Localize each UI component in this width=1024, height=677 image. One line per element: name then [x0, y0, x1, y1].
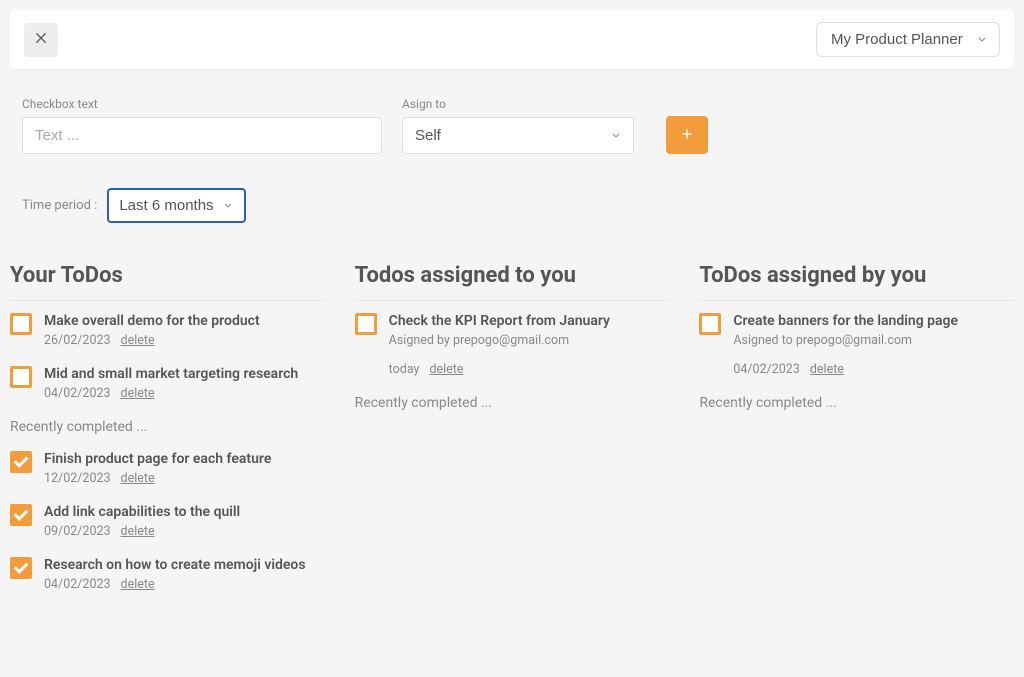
assign-to-select[interactable]: Self [402, 117, 634, 154]
top-bar: My Product Planner [10, 10, 1014, 69]
todo-checkbox[interactable] [699, 313, 721, 335]
todo-date: today [389, 362, 420, 377]
assigned-by: Asigned by prepogo@gmail.com [389, 333, 670, 348]
checkbox-text-input[interactable] [22, 117, 382, 154]
todo-item: Research on how to create memoji videos … [10, 557, 325, 592]
time-select-wrap: Last 6 months [107, 188, 246, 223]
todo-meta: 09/02/2023 delete [44, 524, 325, 539]
todo-title: Make overall demo for the product [44, 313, 325, 329]
checkbox-text-label: Checkbox text [22, 97, 382, 111]
todo-checkbox[interactable] [355, 313, 377, 335]
time-period-select[interactable]: Last 6 months [107, 188, 246, 223]
delete-link[interactable]: delete [121, 524, 155, 539]
todo-body: Check the KPI Report from January Asigne… [389, 313, 670, 377]
columns: Your ToDos Make overall demo for the pro… [0, 223, 1024, 610]
todo-title: Create banners for the landing page [733, 313, 1014, 329]
delete-link[interactable]: delete [121, 471, 155, 486]
plus-icon [679, 126, 695, 145]
todo-meta: Asigned to prepogo@gmail.com 04/02/2023 … [733, 333, 1014, 377]
form-row: Checkbox text Asign to Self [0, 79, 1024, 154]
todo-meta: 12/02/2023 delete [44, 471, 325, 486]
close-button[interactable] [24, 23, 58, 57]
todo-checkbox[interactable] [10, 313, 32, 335]
todo-title: Finish product page for each feature [44, 451, 325, 467]
assigned-to-you-column: Todos assigned to you Check the KPI Repo… [355, 263, 670, 610]
todo-item: Create banners for the landing page Asig… [699, 313, 1014, 377]
todo-checkbox[interactable] [10, 451, 32, 473]
assigned-by-you-column: ToDos assigned by you Create banners for… [699, 263, 1014, 610]
your-todos-title: Your ToDos [10, 263, 325, 301]
delete-link[interactable]: delete [121, 577, 155, 592]
todo-body: Mid and small market targeting research … [44, 366, 325, 401]
todo-date: 26/02/2023 [44, 333, 111, 348]
todo-title: Research on how to create memoji videos [44, 557, 325, 573]
todo-body: Finish product page for each feature 12/… [44, 451, 325, 486]
todo-date: 04/02/2023 [44, 577, 111, 592]
todo-item: Finish product page for each feature 12/… [10, 451, 325, 486]
assign-to-label: Asign to [402, 97, 634, 111]
your-todos-column: Your ToDos Make overall demo for the pro… [10, 263, 325, 610]
todo-item: Mid and small market targeting research … [10, 366, 325, 401]
todo-title: Add link capabilities to the quill [44, 504, 325, 520]
delete-link[interactable]: delete [121, 386, 155, 401]
todo-item: Add link capabilities to the quill 09/02… [10, 504, 325, 539]
todo-checkbox[interactable] [10, 504, 32, 526]
todo-date: 12/02/2023 [44, 471, 111, 486]
add-button[interactable] [666, 116, 708, 154]
todo-body: Make overall demo for the product 26/02/… [44, 313, 325, 348]
assigned-to: Asigned to prepogo@gmail.com [733, 333, 1014, 348]
todo-title: Mid and small market targeting research [44, 366, 325, 382]
todo-item: Check the KPI Report from January Asigne… [355, 313, 670, 377]
todo-meta: 04/02/2023 delete [44, 577, 325, 592]
todo-checkbox[interactable] [10, 557, 32, 579]
todo-body: Research on how to create memoji videos … [44, 557, 325, 592]
todo-meta: Asigned by prepogo@gmail.com today delet… [389, 333, 670, 377]
todo-date: 04/02/2023 [44, 386, 111, 401]
todo-meta: 26/02/2023 delete [44, 333, 325, 348]
delete-link[interactable]: delete [121, 333, 155, 348]
checkbox-text-group: Checkbox text [22, 97, 382, 154]
recently-completed-label: Recently completed ... [355, 395, 670, 411]
todo-body: Add link capabilities to the quill 09/02… [44, 504, 325, 539]
time-period-row: Time period : Last 6 months [0, 154, 1024, 223]
assign-select-wrap: Self [402, 117, 634, 154]
recently-completed-label: Recently completed ... [699, 395, 1014, 411]
delete-link[interactable]: delete [429, 362, 463, 377]
todo-body: Create banners for the landing page Asig… [733, 313, 1014, 377]
assigned-by-you-title: ToDos assigned by you [699, 263, 1014, 301]
planner-select-wrap: My Product Planner [816, 22, 1000, 57]
todo-checkbox[interactable] [10, 366, 32, 388]
todo-title: Check the KPI Report from January [389, 313, 670, 329]
delete-link[interactable]: delete [810, 362, 844, 377]
assign-to-group: Asign to Self [402, 97, 634, 154]
todo-item: Make overall demo for the product 26/02/… [10, 313, 325, 348]
planner-select[interactable]: My Product Planner [816, 22, 1000, 57]
close-icon [33, 30, 49, 49]
recently-completed-label: Recently completed ... [10, 419, 325, 435]
todo-date: 04/02/2023 [733, 362, 800, 377]
todo-meta: 04/02/2023 delete [44, 386, 325, 401]
assigned-to-you-title: Todos assigned to you [355, 263, 670, 301]
todo-date: 09/02/2023 [44, 524, 111, 539]
time-period-label: Time period : [22, 198, 97, 213]
